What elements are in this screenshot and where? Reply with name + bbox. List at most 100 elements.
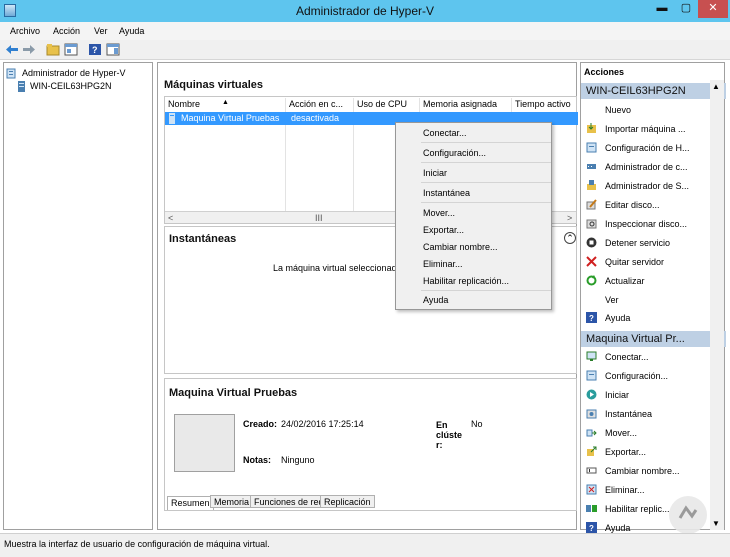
context-menu-item-delete[interactable]: Eliminar... bbox=[423, 259, 463, 269]
column-header-cpu[interactable]: Uso de CPU bbox=[357, 99, 407, 111]
menu-accion[interactable]: Acción bbox=[53, 26, 80, 36]
details-heading: Maquina Virtual Pruebas bbox=[169, 387, 298, 399]
san-manager-icon bbox=[587, 180, 596, 190]
action-item-view[interactable]: Ver ▶ bbox=[581, 291, 721, 308]
vm-section-label: Maquina Virtual Pr... bbox=[586, 333, 685, 345]
action-item-settings[interactable]: Configuración... bbox=[581, 367, 721, 384]
close-button[interactable]: ✕ bbox=[698, 0, 728, 18]
context-menu-item-connect[interactable]: Conectar... bbox=[423, 128, 467, 138]
virtual-machine-icon bbox=[169, 113, 175, 124]
action-label: Cambiar nombre... bbox=[605, 466, 680, 476]
forward-arrow-icon[interactable] bbox=[22, 43, 36, 56]
column-header-uptime[interactable]: Tiempo activo bbox=[515, 99, 571, 111]
column-header-memory[interactable]: Memoria asignada bbox=[423, 99, 497, 111]
action-item-edit-disk[interactable]: Editar disco... bbox=[581, 196, 721, 213]
minimize-button[interactable]: ▬ bbox=[650, 0, 674, 18]
column-header-name[interactable]: Nombre bbox=[168, 99, 200, 111]
action-item-hyperv-settings[interactable]: Configuración de H... bbox=[581, 139, 721, 156]
actions-section-server[interactable]: WIN-CEIL63HPG2N ▲ bbox=[581, 83, 726, 99]
action-label: Detener servicio bbox=[605, 238, 671, 248]
action-label: Iniciar bbox=[605, 390, 630, 400]
scroll-thumb[interactable]: III bbox=[315, 213, 323, 223]
created-value: 24/02/2016 17:25:14 bbox=[281, 419, 364, 429]
action-item-help[interactable]: ? Ayuda bbox=[581, 309, 721, 326]
action-item-import-vm[interactable]: Importar máquina ... bbox=[581, 120, 721, 137]
action-label: Mover... bbox=[605, 428, 638, 438]
action-item-san-manager[interactable]: Administrador de S... bbox=[581, 177, 721, 194]
remove-icon bbox=[586, 256, 597, 267]
back-arrow-icon[interactable] bbox=[5, 43, 19, 56]
help-icon: ? bbox=[586, 312, 597, 323]
action-label: Quitar servidor bbox=[605, 257, 665, 267]
action-item-connect[interactable]: Conectar... bbox=[581, 348, 721, 365]
menu-separator bbox=[421, 290, 551, 291]
action-item-export[interactable]: Exportar... bbox=[581, 443, 721, 460]
menu-archivo[interactable]: Archivo bbox=[10, 26, 40, 36]
help-icon: ? bbox=[586, 522, 597, 533]
tab-memoria[interactable]: Memoria bbox=[210, 495, 254, 508]
scroll-up-arrow[interactable]: ▲ bbox=[712, 82, 720, 91]
virtual-machines-heading: Máquinas virtuales bbox=[164, 79, 264, 91]
collapse-snapshots-button[interactable]: ⌃ bbox=[564, 232, 576, 244]
notes-label: Notas: bbox=[243, 455, 272, 465]
export-icon bbox=[587, 446, 597, 456]
tree-root-label: Administrador de Hyper-V bbox=[22, 68, 126, 78]
cluster-label-line2: clúste bbox=[436, 430, 463, 440]
import-icon bbox=[587, 123, 596, 133]
action-item-refresh[interactable]: Actualizar bbox=[581, 272, 721, 289]
menu-separator bbox=[421, 202, 551, 203]
column-header-action[interactable]: Acción en c... bbox=[289, 99, 343, 111]
help-icon[interactable]: ? bbox=[88, 43, 102, 56]
show-action-pane-icon[interactable] bbox=[106, 43, 120, 56]
context-menu-item-snapshot[interactable]: Instantánea bbox=[423, 188, 470, 198]
context-menu-item-help[interactable]: Ayuda bbox=[423, 295, 448, 305]
tab-funciones-de-red[interactable]: Funciones de red bbox=[250, 495, 328, 508]
context-menu-item-settings[interactable]: Configuración... bbox=[423, 148, 486, 158]
scroll-left-arrow[interactable]: < bbox=[168, 213, 173, 223]
action-label: Importar máquina ... bbox=[605, 124, 686, 134]
show-hide-tree-icon[interactable] bbox=[64, 43, 78, 56]
action-label: Configuración de H... bbox=[605, 143, 690, 153]
action-item-start[interactable]: Iniciar bbox=[581, 386, 721, 403]
vm-thumbnail bbox=[174, 414, 235, 472]
action-item-rename[interactable]: Cambiar nombre... bbox=[581, 462, 721, 479]
action-item-snapshot[interactable]: Instantánea bbox=[581, 405, 721, 422]
action-label: Ayuda bbox=[605, 523, 631, 533]
action-item-inspect-disk[interactable]: Inspeccionar disco... bbox=[581, 215, 721, 232]
vm-state-cell: desactivada bbox=[291, 113, 340, 123]
network-switch-icon bbox=[587, 164, 596, 169]
menu-ayuda[interactable]: Ayuda bbox=[119, 26, 144, 36]
context-menu: Conectar... Configuración... Iniciar Ins… bbox=[395, 122, 552, 310]
context-menu-item-export[interactable]: Exportar... bbox=[423, 225, 464, 235]
maximize-button[interactable]: ▢ bbox=[674, 0, 698, 18]
navigation-tree: Administrador de Hyper-V WIN-CEIL63HPG2N bbox=[3, 62, 153, 530]
scroll-right-arrow[interactable]: > bbox=[567, 213, 572, 223]
menu-ver[interactable]: Ver bbox=[94, 26, 108, 36]
action-item-remove-server[interactable]: Quitar servidor bbox=[581, 253, 721, 270]
action-item-stop-service[interactable]: Detener servicio bbox=[581, 234, 721, 251]
context-menu-item-enable-replication[interactable]: Habilitar replicación... bbox=[423, 276, 509, 286]
tab-resumen[interactable]: Resumen bbox=[167, 496, 214, 510]
actions-section-vm[interactable]: Maquina Virtual Pr... ▲ bbox=[581, 331, 726, 347]
context-menu-item-start[interactable]: Iniciar bbox=[423, 168, 447, 178]
action-label: Editar disco... bbox=[605, 200, 660, 210]
cluster-label-line1: En bbox=[436, 420, 448, 430]
settings-icon bbox=[586, 142, 597, 153]
action-label: Ayuda bbox=[605, 313, 631, 323]
action-item-new[interactable]: Nuevo ▶ bbox=[581, 101, 721, 118]
context-menu-item-move[interactable]: Mover... bbox=[423, 208, 455, 218]
action-label: Instantánea bbox=[605, 409, 653, 419]
action-item-move[interactable]: Mover... bbox=[581, 424, 721, 441]
actions-vertical-scrollbar[interactable]: ▲ ▼ bbox=[710, 80, 724, 530]
toolbar: ? bbox=[0, 40, 730, 60]
action-item-switch-manager[interactable]: Administrador de c... bbox=[581, 158, 721, 175]
action-label: Nuevo bbox=[605, 105, 632, 115]
inspect-disk-icon bbox=[586, 219, 597, 229]
tab-replicacion[interactable]: Replicación bbox=[320, 495, 375, 508]
svg-text:?: ? bbox=[589, 314, 594, 323]
delete-icon bbox=[586, 484, 597, 495]
title-bar: Administrador de Hyper-V ▬ ▢ ✕ bbox=[0, 0, 730, 22]
svg-text:?: ? bbox=[589, 524, 594, 533]
up-folder-icon[interactable] bbox=[46, 43, 60, 56]
context-menu-item-rename[interactable]: Cambiar nombre... bbox=[423, 242, 498, 252]
